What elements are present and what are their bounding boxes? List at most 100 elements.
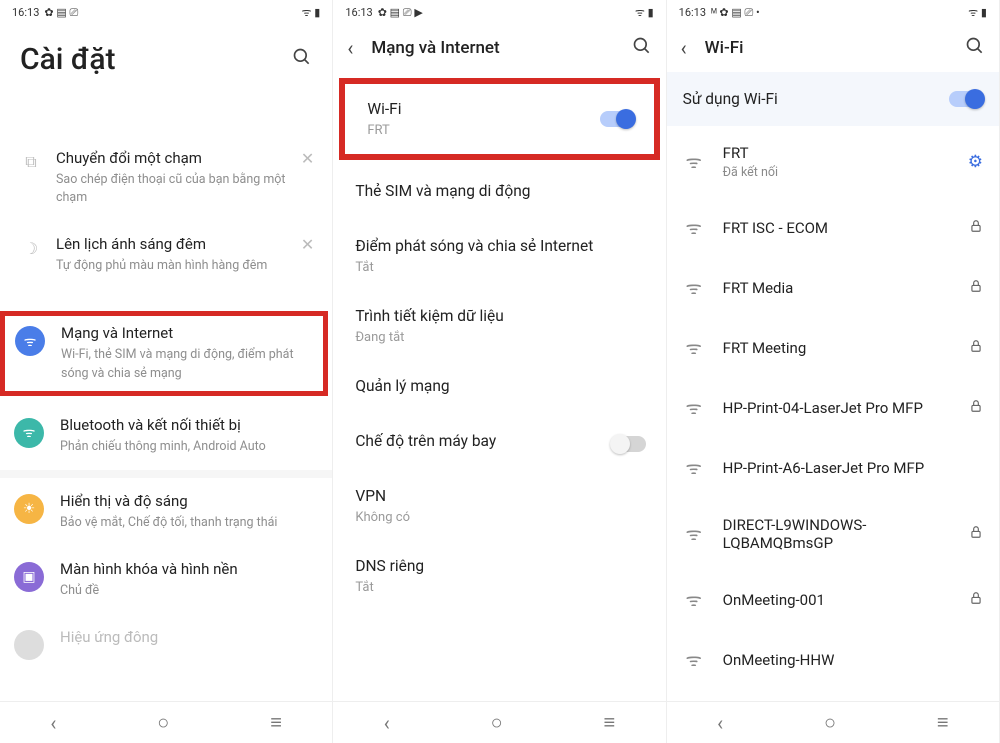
status-bar: 16:13 ✿ ▤ ⎚ ᯤ ▮ — [0, 0, 332, 24]
search-icon[interactable] — [965, 36, 985, 61]
wifi-network-row[interactable]: ᯤFRT Meeting — [667, 318, 999, 378]
row-sub: Chủ đề — [60, 582, 318, 600]
wifi-signal-icon: ᯤ — [683, 336, 705, 360]
row-dns[interactable]: DNS riêng Tắt — [333, 541, 665, 611]
lock-icon — [969, 279, 983, 297]
status-right-icons: ᯤ ▮ — [635, 7, 654, 18]
nav-back-icon[interactable]: ‹ — [384, 711, 390, 735]
use-wifi-label: Sử dụng Wi-Fi — [683, 90, 983, 108]
status-bar: 16:13 ᴹ ✿ ▤ ⎚ • ᯤ ▮ — [667, 0, 999, 24]
row-title: Bluetooth và kết nối thiết bị — [60, 416, 318, 434]
row-vpn[interactable]: VPN Không có — [333, 471, 665, 541]
status-time: 16:13 — [12, 6, 39, 19]
wifi-signal-icon: ᯤ — [683, 216, 705, 240]
wallpaper-icon: ▣ — [14, 562, 44, 592]
status-time: 16:13 — [345, 6, 372, 19]
wifi-signal-icon: ᯤ — [683, 522, 705, 546]
close-icon[interactable]: ✕ — [301, 235, 314, 254]
wifi-network-row[interactable]: ᯤ OnMeeting-001 — [667, 570, 999, 630]
row-title: Wi-Fi — [367, 100, 631, 118]
wifi-network-row[interactable]: ᯤ FRT Media — [667, 258, 999, 318]
row-lockscreen[interactable]: ▣ Màn hình khóa và hình nền Chủ đề — [0, 546, 332, 614]
nav-back-icon[interactable]: ‹ — [50, 711, 56, 735]
search-icon[interactable] — [292, 47, 312, 72]
back-icon[interactable]: ‹ — [347, 36, 353, 60]
nav-bar: ‹ ○ ≡ — [667, 701, 999, 743]
search-icon[interactable] — [632, 36, 652, 61]
row-title: VPN — [355, 487, 643, 505]
wifi-name: HP-Print-04-LaserJet Pro MFP — [723, 399, 951, 417]
row-data-saver[interactable]: Trình tiết kiệm dữ liệu Đang tắt — [333, 291, 665, 361]
wifi-signal-icon: ᯤ — [683, 648, 705, 672]
wifi-signal-icon: ᯤ — [683, 456, 705, 480]
nav-recent-icon[interactable]: ≡ — [937, 710, 949, 735]
wifi-signal-icon: ᯤ — [683, 150, 705, 174]
wifi-network-row[interactable]: ᯤ DIRECT-L9WINDOWS-LQBAMQBmsGP — [667, 498, 999, 570]
row-manage-network[interactable]: Quản lý mạng — [333, 361, 665, 416]
tip-sub: Sao chép điện thoại cũ của bạn bằng một … — [56, 171, 312, 207]
wifi-name: FRT Media — [723, 279, 951, 297]
row-hotspot[interactable]: Điểm phát sóng và chia sẻ Internet Tắt — [333, 221, 665, 291]
wifi-name: FRT — [723, 144, 950, 162]
row-network-internet[interactable]: ᯤ Mạng và Internet Wi-Fi, thẻ SIM và mạn… — [11, 320, 317, 386]
copy-icon: ⧉ — [20, 151, 42, 173]
status-time: 16:13 — [679, 6, 706, 19]
lock-icon — [969, 399, 983, 417]
effects-icon — [14, 630, 44, 660]
wifi-signal-icon: ᯤ — [683, 276, 705, 300]
panel-settings: 16:13 ✿ ▤ ⎚ ᯤ ▮ Cài đặt ⧉ Chuyển đổi một… — [0, 0, 333, 743]
row-sub: Phản chiếu thông minh, Android Auto — [60, 438, 318, 456]
row-title: Thẻ SIM và mạng di động — [355, 182, 643, 200]
highlight-wifi: Wi-Fi FRT — [339, 78, 659, 160]
nav-home-icon[interactable]: ○ — [491, 710, 503, 735]
nav-home-icon[interactable]: ○ — [157, 710, 169, 735]
panel-wifi: 16:13 ᴹ ✿ ▤ ⎚ • ᯤ ▮ ‹ Wi-Fi Sử dụng Wi-F… — [667, 0, 1000, 743]
status-bar: 16:13 ✿ ▤ ⎚ ▶ ᯤ ▮ — [333, 0, 665, 24]
wifi-network-row[interactable]: ᯤOnMeeting-HHW — [667, 630, 999, 690]
row-sub: Bảo vệ mắt, Chế độ tối, thanh trạng thái — [60, 514, 318, 532]
row-sim[interactable]: Thẻ SIM và mạng di động — [333, 166, 665, 221]
row-sub: Tắt — [355, 260, 643, 275]
nav-recent-icon[interactable]: ≡ — [270, 710, 282, 735]
wifi-name: OnMeeting-001 — [723, 591, 951, 609]
status-right-icons: ᯤ ▮ — [302, 7, 321, 18]
nav-bar: ‹ ○ ≡ — [333, 701, 665, 743]
row-title: DNS riêng — [355, 557, 643, 575]
tip-night-light[interactable]: ☽ Lên lịch ánh sáng đêm Tự động phủ màu … — [8, 221, 324, 289]
row-wifi[interactable]: Wi-Fi FRT — [345, 84, 653, 154]
row-airplane[interactable]: Chế độ trên máy bay — [333, 416, 665, 471]
row-effects[interactable]: Hiệu ứng đông — [0, 614, 332, 662]
lock-icon — [969, 525, 983, 543]
wifi-network-row[interactable]: ᯤ FRT ISC - ECOM — [667, 198, 999, 258]
header-title: Wi-Fi — [705, 38, 947, 58]
use-wifi-row[interactable]: Sử dụng Wi-Fi — [667, 72, 999, 126]
wifi-name: DIRECT-L9WINDOWS-LQBAMQBmsGP — [723, 516, 951, 552]
close-icon[interactable]: ✕ — [301, 149, 314, 168]
tips-card: ⧉ Chuyển đổi một chạm Sao chép điện thoạ… — [8, 135, 324, 289]
row-title: Màn hình khóa và hình nền — [60, 560, 318, 578]
header-title: Mạng và Internet — [371, 38, 613, 58]
row-title: Hiển thị và độ sáng — [60, 492, 318, 510]
lock-icon — [969, 339, 983, 357]
use-wifi-toggle[interactable] — [949, 91, 983, 107]
tip-title: Lên lịch ánh sáng đêm — [56, 235, 312, 253]
nav-home-icon[interactable]: ○ — [824, 710, 836, 735]
wifi-network-row[interactable]: ᯤHP-Print-04-LaserJet Pro MFP — [667, 378, 999, 438]
wifi-signal-icon: ᯤ — [683, 588, 705, 612]
airplane-toggle[interactable] — [612, 436, 646, 452]
wifi-network-row[interactable]: ᯤFRTĐã kết nối⚙ — [667, 126, 999, 198]
row-bluetooth[interactable]: ᯤ Bluetooth và kết nối thiết bị Phản chi… — [0, 402, 332, 470]
nav-back-icon[interactable]: ‹ — [717, 711, 723, 735]
wifi-toggle[interactable] — [600, 111, 634, 127]
wifi-name: FRT ISC - ECOM — [723, 219, 951, 237]
row-title: Chế độ trên máy bay — [355, 432, 643, 450]
back-icon[interactable]: ‹ — [681, 36, 687, 60]
row-display[interactable]: ☀ Hiển thị và độ sáng Bảo vệ mắt, Chế độ… — [0, 478, 332, 546]
wifi-network-row[interactable]: ᯤHP-Print-A6-LaserJet Pro MFP — [667, 438, 999, 498]
nav-recent-icon[interactable]: ≡ — [604, 710, 616, 735]
tip-one-touch[interactable]: ⧉ Chuyển đổi một chạm Sao chép điện thoạ… — [8, 135, 324, 221]
panel-network: 16:13 ✿ ▤ ⎚ ▶ ᯤ ▮ ‹ Mạng và Internet Wi-… — [333, 0, 666, 743]
gear-icon[interactable]: ⚙ — [968, 152, 983, 172]
status-icons: ᴹ ✿ ▤ ⎚ • — [711, 7, 760, 18]
nav-bar: ‹ ○ ≡ — [0, 701, 332, 743]
